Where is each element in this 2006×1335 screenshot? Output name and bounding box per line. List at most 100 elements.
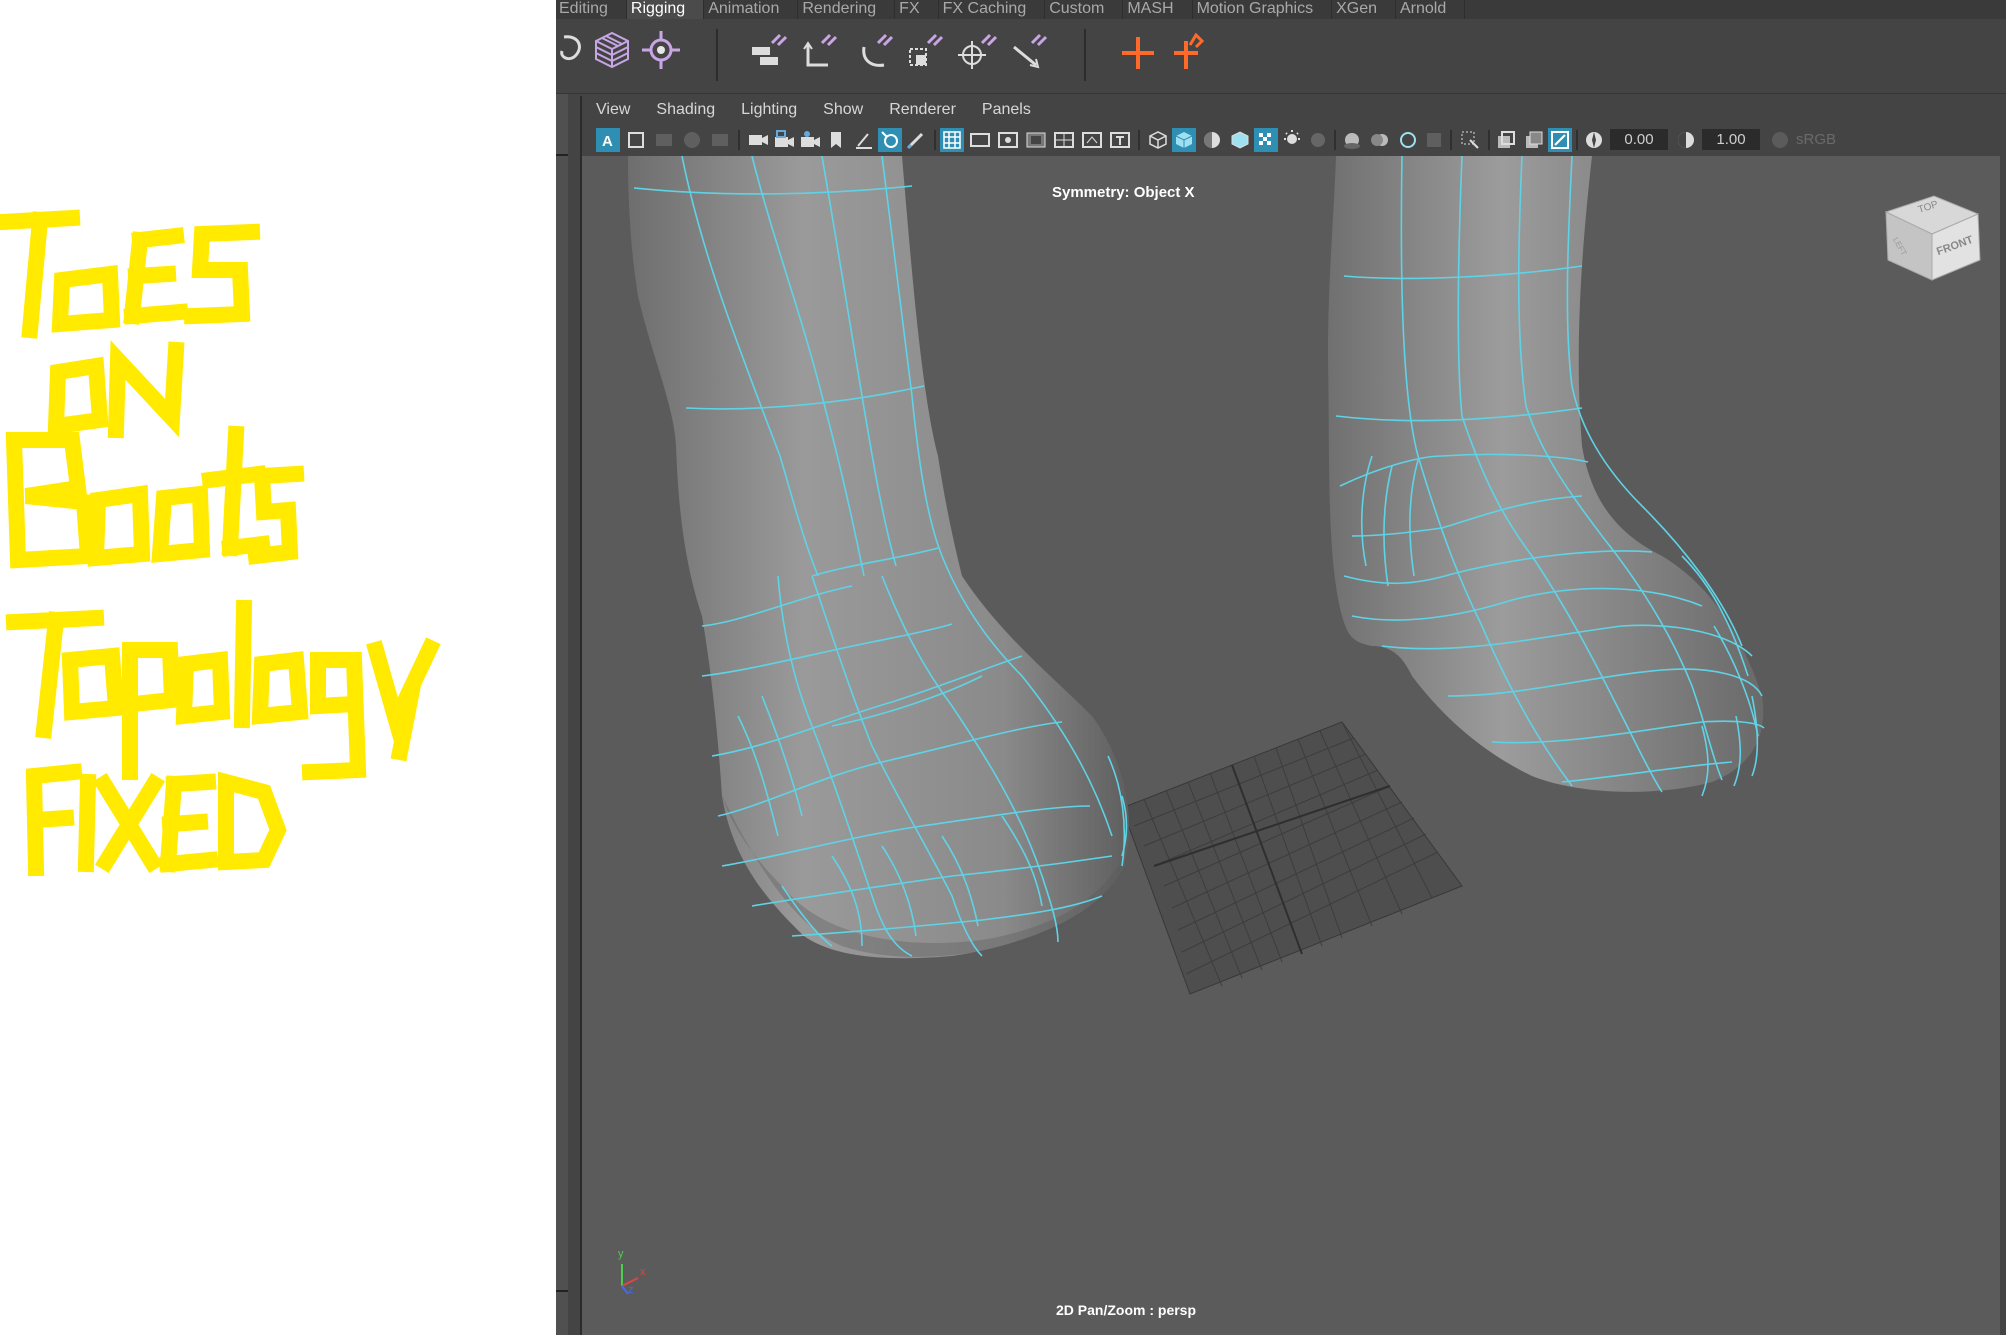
- x-ray-icon[interactable]: [1494, 128, 1518, 152]
- toolbar-separator: [1576, 130, 1578, 150]
- create-joint-icon[interactable]: [1114, 27, 1160, 73]
- select-camera-icon[interactable]: A: [596, 128, 620, 152]
- view-cube-left-label: LEFT: [1890, 235, 1909, 258]
- shelf-tab-motion-graphics[interactable]: Motion Graphics: [1193, 0, 1333, 19]
- exposure-icon[interactable]: [1582, 128, 1606, 152]
- svg-text:A: A: [602, 133, 613, 150]
- lock-camera-icon[interactable]: [772, 128, 796, 152]
- shelf-tab-mash[interactable]: MASH: [1123, 0, 1193, 19]
- textured-icon[interactable]: [1254, 128, 1278, 152]
- point-constraint-icon[interactable]: [798, 27, 844, 73]
- view-cube-front-label: FRONT: [1935, 233, 1975, 259]
- wireframe-icon[interactable]: [1146, 128, 1170, 152]
- ground-grid: [1121, 721, 1463, 995]
- panel-toolbar: A 0.00 1.00 sRGB: [582, 124, 2000, 156]
- shelf-tab-fx-caching[interactable]: FX Caching: [939, 0, 1046, 19]
- strip-marker: [556, 154, 568, 156]
- x-ray-joints-icon[interactable]: [1548, 128, 1572, 152]
- 2d-pan-zoom-toggle-icon[interactable]: [878, 128, 902, 152]
- cluster-icon[interactable]: [638, 27, 684, 73]
- toolbar-separator: [934, 130, 936, 150]
- viewport-panel: View Shading Lighting Show Renderer Panels A: [580, 96, 2000, 1335]
- shelf-tab-xgen[interactable]: XGen: [1332, 0, 1396, 19]
- image-plane-icon[interactable]: [680, 128, 704, 152]
- shelf-tab-rendering[interactable]: Rendering: [798, 0, 896, 19]
- pole-vector-constraint-icon[interactable]: [1006, 27, 1052, 73]
- shadows-icon[interactable]: [1306, 128, 1330, 152]
- panel-menu-view[interactable]: View: [582, 96, 642, 124]
- shelf-tab-fx[interactable]: FX: [895, 0, 939, 19]
- grease-pencil-icon[interactable]: [852, 128, 876, 152]
- view-transform-dropdown[interactable]: sRGB gamma: [1796, 129, 1886, 150]
- smooth-shade-icon[interactable]: [1172, 128, 1196, 152]
- axis-gizmo: y x z: [612, 1248, 652, 1298]
- safe-action-icon[interactable]: [1080, 128, 1104, 152]
- strip-marker: [556, 1290, 568, 1292]
- toolbar-separator: [1334, 130, 1336, 150]
- view-cube[interactable]: TOP FRONT LEFT: [1882, 196, 1992, 306]
- axis-y-label: y: [618, 1248, 624, 1260]
- screen-space-ao-icon[interactable]: [1340, 128, 1364, 152]
- right-boot-mesh[interactable]: [1328, 156, 1765, 797]
- isolate-select-icon[interactable]: [1458, 128, 1482, 152]
- resolution-gate-icon[interactable]: [996, 128, 1020, 152]
- symmetry-status: Symmetry: Object X: [1052, 184, 1195, 201]
- shelf-tab-arnold[interactable]: Arnold: [1396, 0, 1466, 19]
- shelf-tab-bar: Editing Rigging Animation Rendering FX FX Cac…: [556, 0, 2006, 19]
- panel-menu-panels[interactable]: Panels: [968, 96, 1043, 124]
- axis-z-label: z: [628, 1284, 634, 1296]
- shelf-tab-editing[interactable]: Editing: [556, 0, 627, 19]
- motion-blur-icon[interactable]: [1368, 128, 1392, 152]
- orient-constraint-icon[interactable]: [852, 27, 898, 73]
- film-gate-icon[interactable]: [968, 128, 992, 152]
- ik-handle-icon[interactable]: [1168, 27, 1214, 73]
- lattice-icon[interactable]: [588, 27, 634, 73]
- axis-x-label: x: [640, 1266, 646, 1278]
- handwritten-annotation: [0, 209, 441, 877]
- x-ray-active-components-icon[interactable]: [1522, 128, 1546, 152]
- bookmark-flag-icon[interactable]: [824, 128, 848, 152]
- shelf-tab-rigging[interactable]: Rigging: [626, 0, 705, 19]
- toolbar-separator: [738, 130, 740, 150]
- toolbar-separator: [1138, 130, 1140, 150]
- panel-menu-shading[interactable]: Shading: [642, 96, 727, 124]
- grid-toggle-icon[interactable]: [940, 128, 964, 152]
- panel-menu-lighting[interactable]: Lighting: [727, 96, 809, 124]
- parent-constraint-icon[interactable]: [746, 27, 792, 73]
- camera-icon[interactable]: [746, 128, 770, 152]
- gamma-field[interactable]: 1.00: [1702, 129, 1760, 150]
- maya-window: Editing Rigging Animation Rendering FX FX Cac…: [556, 0, 2006, 1335]
- 3d-viewport[interactable]: Symmetry: Object X TOP FRONT LEFT y x z …: [582, 156, 2000, 1335]
- camera-bookmark-icon[interactable]: [798, 128, 822, 152]
- shelf-tab-animation[interactable]: Animation: [704, 0, 799, 19]
- left-boot-mesh[interactable]: [628, 156, 1130, 959]
- exposure-field[interactable]: 0.00: [1610, 129, 1668, 150]
- annotation-panel: [0, 0, 556, 1335]
- toolbar-separator: [1450, 130, 1452, 150]
- view-transform-icon[interactable]: [1768, 128, 1792, 152]
- bookmarks-icon[interactable]: [652, 128, 676, 152]
- shelf: [556, 19, 2006, 94]
- safe-title-icon[interactable]: [1108, 128, 1132, 152]
- toolbar-separator: [1488, 130, 1490, 150]
- camera-status: 2D Pan/Zoom : persp: [1056, 1302, 1197, 1318]
- scale-constraint-icon[interactable]: [902, 27, 948, 73]
- use-all-lights-icon[interactable]: [1280, 128, 1304, 152]
- shelf-tab-custom[interactable]: Custom: [1045, 0, 1124, 19]
- camera-attributes-icon[interactable]: [624, 128, 648, 152]
- panel-menu-renderer[interactable]: Renderer: [875, 96, 968, 124]
- view-cube-top-label: TOP: [1916, 199, 1940, 216]
- depth-of-field-icon[interactable]: [1422, 128, 1446, 152]
- default-material-icon[interactable]: [1200, 128, 1224, 152]
- anti-aliasing-icon[interactable]: [1396, 128, 1420, 152]
- gamma-icon[interactable]: [1674, 128, 1698, 152]
- wireframe-on-shaded-icon[interactable]: [1228, 128, 1252, 152]
- shelf-separator: [716, 29, 718, 81]
- panel-menu-show[interactable]: Show: [809, 96, 875, 124]
- aim-constraint-icon[interactable]: [954, 27, 1000, 73]
- grease-pencil-tool-icon[interactable]: [904, 128, 928, 152]
- 2d-pan-zoom-icon[interactable]: [708, 128, 732, 152]
- field-chart-icon[interactable]: [1052, 128, 1076, 152]
- shelf-separator: [1084, 29, 1086, 81]
- gate-mask-icon[interactable]: [1024, 128, 1048, 152]
